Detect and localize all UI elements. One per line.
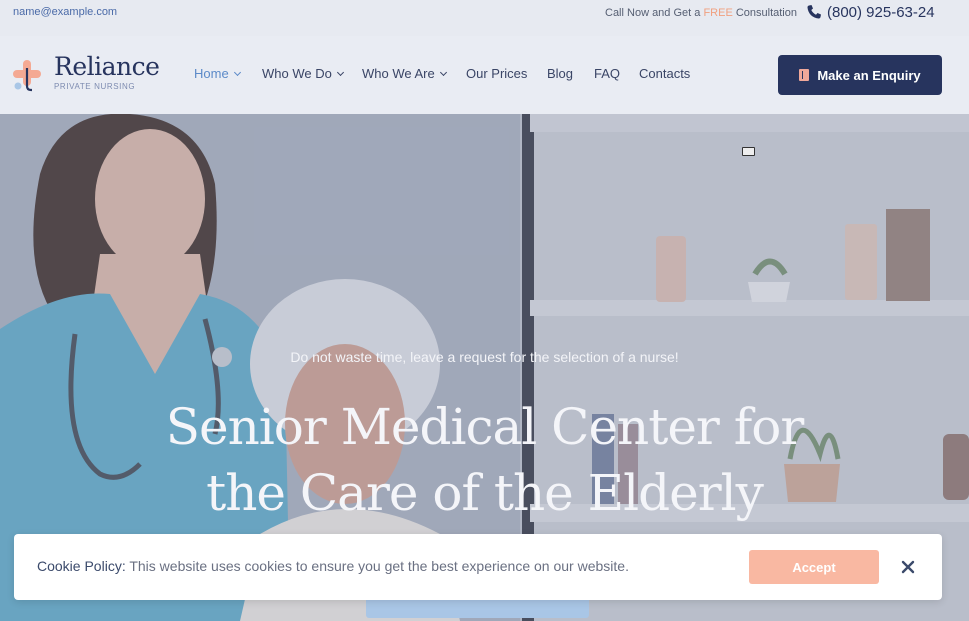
close-icon[interactable]	[900, 559, 916, 575]
call-now-suffix: Consultation	[732, 7, 797, 19]
make-enquiry-button[interactable]: Make an Enquiry	[778, 55, 942, 95]
call-now-text: Call Now and Get a FREE Consultation	[605, 7, 797, 19]
nav-item-label: Who We Do	[262, 66, 332, 81]
hero-subtitle: Do not waste time, leave a request for t…	[290, 349, 679, 365]
accept-cookies-button[interactable]: Accept	[749, 550, 879, 584]
phone-icon	[807, 5, 821, 19]
top-bar: name@example.com Call Now and Get a FREE…	[0, 0, 969, 36]
cookie-policy-label: Cookie Policy:	[37, 558, 126, 574]
hero-title-line-1: Senior Medical Center for	[165, 398, 804, 456]
chevron-down-icon	[439, 68, 447, 77]
site-header: Reliance PRIVATE NURSING Home Who We Do …	[0, 36, 969, 114]
brand-tagline: PRIVATE NURSING	[54, 82, 136, 91]
id-card-icon	[742, 147, 755, 156]
make-enquiry-label: Make an Enquiry	[817, 67, 921, 83]
nav-item-label: Who We Are	[362, 66, 435, 81]
nav-item-faq[interactable]: FAQ	[594, 66, 620, 81]
cookie-message: Cookie Policy: This website uses cookies…	[37, 558, 629, 574]
nav-item-label: Home	[194, 66, 229, 81]
brand-logo[interactable]: Reliance PRIVATE NURSING	[12, 52, 172, 96]
hero-title: Senior Medical Center for the Care of th…	[0, 394, 969, 526]
nav-item-who-we-are[interactable]: Who We Are	[362, 66, 447, 81]
logo-cross-icon	[13, 60, 41, 92]
call-now-prefix: Call Now and Get a	[605, 7, 704, 19]
brand-name: Reliance	[54, 52, 160, 81]
nav-item-contacts[interactable]: Contacts	[639, 66, 690, 81]
hero-title-line-2: the Care of the Elderly	[206, 464, 764, 522]
chevron-down-icon	[233, 68, 241, 77]
nav-item-home[interactable]: Home	[194, 66, 241, 81]
nav-item-blog[interactable]: Blog	[547, 66, 573, 81]
nav-item-our-prices[interactable]: Our Prices	[466, 66, 527, 81]
contact-email-link[interactable]: name@example.com	[13, 6, 117, 18]
chevron-down-icon	[336, 68, 344, 77]
book-icon	[799, 69, 810, 81]
phone-number-link[interactable]: (800) 925-63-24	[827, 4, 935, 21]
call-now-free: FREE	[703, 7, 733, 19]
cookie-policy-text: This website uses cookies to ensure you …	[125, 558, 629, 574]
nav-item-who-we-do[interactable]: Who We Do	[262, 66, 344, 81]
cookie-banner: Cookie Policy: This website uses cookies…	[14, 534, 942, 600]
